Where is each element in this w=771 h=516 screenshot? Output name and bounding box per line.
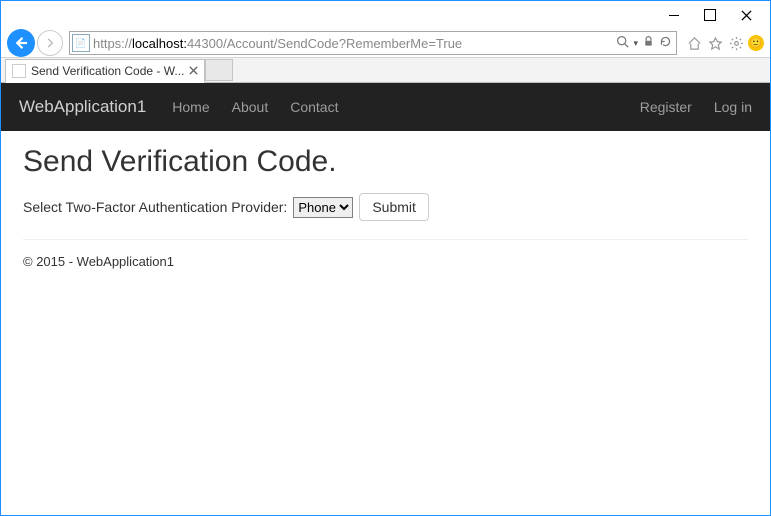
smiley-icon[interactable]: 🙂 (748, 35, 764, 51)
divider (23, 239, 748, 240)
nav-contact[interactable]: Contact (290, 99, 338, 115)
search-icon[interactable] (616, 35, 629, 51)
tab-close-icon[interactable] (189, 64, 198, 78)
provider-label: Select Two-Factor Authentication Provide… (23, 199, 287, 215)
toolbar-icons: 🙂 (681, 34, 768, 52)
provider-select[interactable]: Phone (293, 197, 353, 218)
page-content: Send Verification Code. Select Two-Facto… (1, 131, 770, 283)
site-navbar: WebApplication1 Home About Contact Regis… (1, 83, 770, 131)
browser-nav-row: 📄 https://localhost:44300/Account/SendCo… (1, 29, 770, 57)
lock-icon[interactable] (642, 35, 655, 51)
tab-strip: Send Verification Code - W... (1, 57, 770, 83)
minimize-button[interactable] (656, 4, 692, 26)
maximize-button[interactable] (692, 4, 728, 26)
refresh-icon[interactable] (659, 35, 672, 51)
forward-button[interactable] (37, 30, 63, 56)
new-tab-button[interactable] (205, 59, 233, 81)
site-identity-icon[interactable]: 📄 (72, 34, 90, 52)
back-button[interactable] (7, 29, 35, 57)
nav-login[interactable]: Log in (714, 99, 752, 115)
nav-about[interactable]: About (232, 99, 269, 115)
url-text[interactable]: https://localhost:44300/Account/SendCode… (93, 36, 616, 51)
window-titlebar (1, 1, 770, 29)
settings-icon[interactable] (727, 34, 745, 52)
submit-button[interactable]: Submit (359, 193, 429, 221)
favicon-icon (12, 64, 26, 78)
footer-text: © 2015 - WebApplication1 (23, 254, 748, 269)
nav-register[interactable]: Register (640, 99, 692, 115)
provider-form-row: Select Two-Factor Authentication Provide… (23, 193, 748, 221)
tab-title: Send Verification Code - W... (31, 64, 184, 78)
browser-tab[interactable]: Send Verification Code - W... (5, 59, 205, 83)
close-button[interactable] (728, 4, 764, 26)
page-heading: Send Verification Code. (23, 145, 748, 179)
nav-home[interactable]: Home (172, 99, 209, 115)
home-icon[interactable] (685, 34, 703, 52)
address-bar-actions: ▾ (616, 35, 676, 51)
brand-link[interactable]: WebApplication1 (19, 97, 146, 117)
favorites-icon[interactable] (706, 34, 724, 52)
address-bar[interactable]: 📄 https://localhost:44300/Account/SendCo… (69, 31, 677, 55)
search-dropdown-icon[interactable]: ▾ (633, 38, 638, 49)
